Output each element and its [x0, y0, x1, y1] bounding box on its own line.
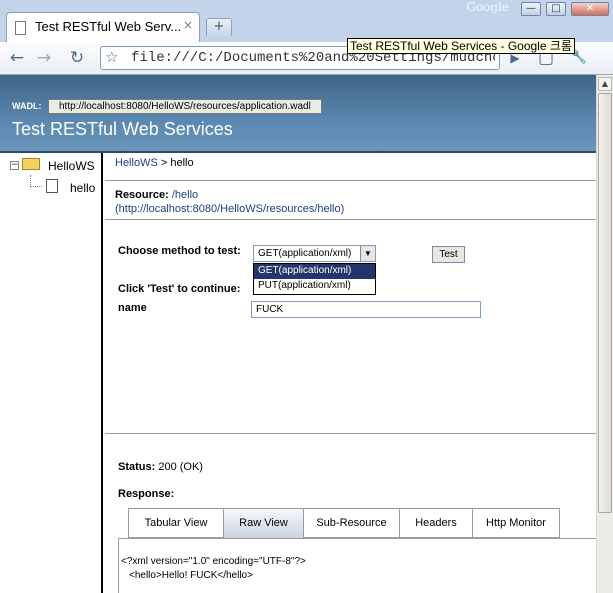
tree-connector	[30, 186, 42, 187]
resource-icon	[46, 179, 58, 193]
test-button[interactable]: Test	[432, 246, 465, 263]
new-tab-button[interactable]: +	[206, 18, 232, 36]
resource-label: Resource:	[115, 189, 172, 201]
status-label: Status:	[118, 461, 159, 473]
forward-icon[interactable]: →	[33, 47, 55, 69]
browser-tab[interactable]: Test RESTful Web Serv... ×	[6, 12, 200, 42]
page-title: Test RESTful Web Services	[12, 119, 233, 139]
close-tab-icon[interactable]: ×	[183, 18, 193, 32]
method-dropdown-list: GET(application/xml) PUT(application/xml…	[253, 263, 376, 295]
status-value: 200 (OK)	[158, 461, 203, 473]
dropdown-arrow-icon[interactable]: ▼	[360, 246, 375, 261]
continue-label: Click 'Test' to continue:	[118, 283, 241, 295]
minimize-button[interactable]: —	[521, 2, 541, 16]
page-content: WADL: http://localhost:8080/HelloWS/reso…	[0, 75, 596, 593]
breadcrumb-current: > hello	[157, 157, 194, 169]
name-input[interactable]: FUCK	[251, 301, 481, 318]
back-icon[interactable]: ←	[6, 47, 28, 69]
divider	[105, 219, 596, 220]
tab-tooltip: Test RESTful Web Services - Google 크롬	[347, 38, 575, 54]
divider	[105, 180, 596, 181]
method-label: Choose method to test:	[118, 245, 241, 257]
star-icon[interactable]: ☆	[105, 48, 118, 66]
breadcrumb-link-hellows[interactable]: HelloWS	[115, 157, 158, 169]
method-option-put[interactable]: PUT(application/xml)	[254, 279, 375, 294]
wadl-link[interactable]: http://localhost:8080/HelloWS/resources/…	[48, 99, 322, 114]
tab-headers[interactable]: Headers	[400, 508, 473, 538]
resource-tree: − HelloWS hello	[0, 153, 103, 593]
tab-sub-resource[interactable]: Sub-Resource	[304, 508, 400, 538]
maximize-button[interactable]: □	[546, 2, 566, 16]
close-window-button[interactable]: ✕	[571, 2, 609, 16]
raw-xml-declaration: <?xml version="1.0" encoding="UTF-8"?>	[121, 556, 306, 567]
method-select[interactable]: GET(application/xml) ▼	[253, 245, 376, 262]
tree-node-hello[interactable]: hello	[70, 181, 95, 195]
tab-http-monitor[interactable]: Http Monitor	[473, 508, 560, 538]
app-header: WADL: http://localhost:8080/HelloWS/reso…	[0, 75, 596, 153]
wadl-label: WADL:	[12, 101, 42, 111]
scroll-up-icon[interactable]: ▲	[598, 77, 612, 91]
google-brand: Google	[466, 0, 509, 14]
tab-title: Test RESTful Web Serv...	[35, 19, 182, 34]
reload-icon[interactable]: ↻	[66, 47, 88, 69]
page-icon	[15, 21, 26, 35]
method-selected-value: GET(application/xml)	[258, 248, 352, 259]
divider	[105, 433, 596, 434]
method-option-get[interactable]: GET(application/xml)	[254, 264, 375, 279]
tab-raw-view[interactable]: Raw View	[224, 508, 304, 538]
resource-path-link[interactable]: /hello	[172, 189, 198, 201]
response-label: Response:	[118, 488, 175, 500]
folder-open-icon	[22, 158, 40, 170]
raw-response-pane: <?xml version="1.0" encoding="UTF-8"?> <…	[118, 538, 596, 593]
name-label: name	[118, 302, 147, 314]
collapse-icon[interactable]: −	[10, 161, 19, 170]
main-panel: HelloWS > hello Resource: /hello (http:/…	[105, 153, 596, 593]
scroll-thumb[interactable]	[598, 93, 612, 513]
tree-node-hellows[interactable]: HelloWS	[48, 159, 95, 173]
raw-xml-body: <hello>Hello! FUCK</hello>	[129, 570, 253, 581]
resource-url-link[interactable]: (http://localhost:8080/HelloWS/resources…	[115, 203, 344, 215]
response-tabs: Tabular View Raw View Sub-Resource Heade…	[128, 508, 560, 538]
status-line: Status: 200 (OK)	[118, 461, 203, 473]
resource-line: Resource: /hello	[115, 189, 198, 201]
breadcrumb: HelloWS > hello	[115, 157, 194, 169]
vertical-scrollbar[interactable]: ▲	[596, 75, 613, 593]
tab-tabular-view[interactable]: Tabular View	[128, 508, 224, 538]
